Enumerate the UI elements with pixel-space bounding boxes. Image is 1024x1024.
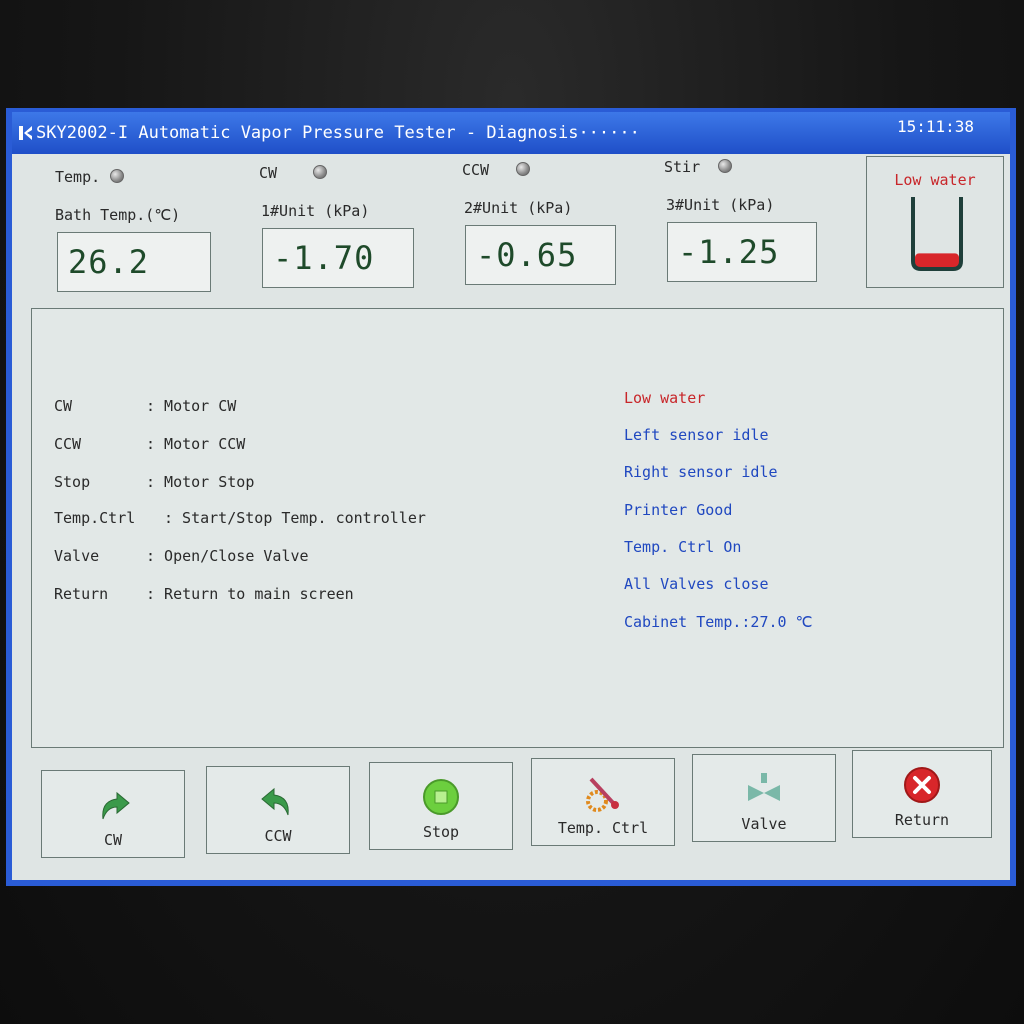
thermometer-icon (586, 777, 619, 812)
water-level-indicator: Low water (866, 156, 1004, 288)
valve-button[interactable]: Valve (692, 754, 836, 842)
status-right-sensor: Right sensor idle (624, 463, 778, 481)
rotate-ccw-arrow-icon (261, 787, 289, 816)
help-row: CW : Motor CW (54, 397, 236, 415)
status-printer: Printer Good (624, 501, 733, 519)
indicator-label-temp: Temp. (55, 168, 101, 186)
clock: 15:11:38 (896, 117, 974, 136)
readout-label-unit-1: 1#Unit (kPa) (261, 202, 370, 220)
help-desc: : Return to main screen (146, 585, 354, 603)
indicator-led-ccw (516, 162, 530, 176)
ccw-button-label: CCW (264, 827, 292, 845)
stop-button[interactable]: Stop (369, 762, 513, 850)
help-row: CCW : Motor CCW (54, 435, 245, 453)
readout-value-unit-2: -0.65 (476, 236, 578, 274)
cw-button-label: CW (103, 831, 123, 849)
status-valves: All Valves close (624, 575, 769, 593)
readout-value-unit-1: -1.70 (273, 239, 375, 277)
diagnosis-panel: CW : Motor CW CCW : Motor CCW Stop : Motor … (31, 308, 1004, 748)
status-temp-ctrl: Temp. Ctrl On (624, 538, 742, 556)
help-desc: : Motor CCW (146, 435, 246, 453)
stop-button-label: Stop (422, 823, 460, 841)
help-row: Valve : Open/Close Valve (54, 547, 309, 565)
help-key: Temp.Ctrl (54, 509, 136, 527)
readout-label-bath-temp: Bath Temp.(℃) (55, 206, 181, 224)
help-desc: : Motor CW (146, 397, 237, 415)
title-bar: SKY2002-I Automatic Vapor Pressure Teste… (12, 112, 1010, 154)
rotate-cw-arrow-icon (102, 791, 130, 820)
close-x-icon (904, 767, 940, 803)
window-title: SKY2002-I Automatic Vapor Pressure Teste… (36, 123, 640, 143)
readout-unit-1: -1.70 (262, 228, 414, 288)
help-row: Return : Return to main screen (54, 585, 354, 603)
readout-label-unit-3: 3#Unit (kPa) (666, 196, 775, 214)
indicator-label-stir: Stir (664, 158, 701, 176)
readout-bath-temp: 26.2 (57, 232, 211, 292)
help-desc: : Open/Close Valve (146, 547, 309, 565)
valve-icon (748, 773, 780, 801)
return-button-label: Return (894, 811, 950, 829)
help-row: Stop : Motor Stop (54, 473, 254, 491)
help-key: CW (54, 397, 73, 415)
help-key: CCW (54, 435, 82, 453)
help-key: Return (54, 585, 109, 603)
indicator-led-cw (313, 165, 327, 179)
readout-value-bath-temp: 26.2 (68, 243, 150, 281)
stop-circle-icon (423, 779, 459, 815)
help-row: Temp.Ctrl : Start/Stop Temp. controller (54, 509, 426, 527)
indicator-label-ccw: CCW (462, 161, 490, 179)
touch-screen: SKY2002-I Automatic Vapor Pressure Teste… (6, 108, 1016, 886)
readout-label-unit-2: 2#Unit (kPa) (464, 199, 573, 217)
status-cabinet-temp: Cabinet Temp.:27.0 ℃ (624, 613, 813, 631)
readout-unit-2: -0.65 (465, 225, 616, 285)
return-button[interactable]: Return (852, 750, 992, 838)
water-level-label: Low water (894, 171, 976, 189)
cw-button[interactable]: CW (41, 770, 185, 858)
help-desc: : Motor Stop (146, 473, 255, 491)
status-low-water: Low water (624, 389, 706, 407)
readout-unit-3: -1.25 (667, 222, 817, 282)
indicator-led-temp (110, 169, 124, 183)
status-left-sensor: Left sensor idle (624, 426, 769, 444)
temp-ctrl-button[interactable]: Temp. Ctrl (531, 758, 675, 846)
beaker-icon (911, 197, 963, 271)
readout-value-unit-3: -1.25 (678, 233, 780, 271)
ccw-button[interactable]: CCW (206, 766, 350, 854)
temp-ctrl-button-label: Temp. Ctrl (557, 819, 649, 837)
indicator-label-cw: CW (259, 164, 278, 182)
app-logo-icon (19, 126, 32, 140)
help-key: Stop (54, 473, 91, 491)
help-desc: : Start/Stop Temp. controller (164, 509, 426, 527)
indicator-led-stir (718, 159, 732, 173)
help-key: Valve (54, 547, 100, 565)
valve-button-label: Valve (741, 815, 787, 833)
